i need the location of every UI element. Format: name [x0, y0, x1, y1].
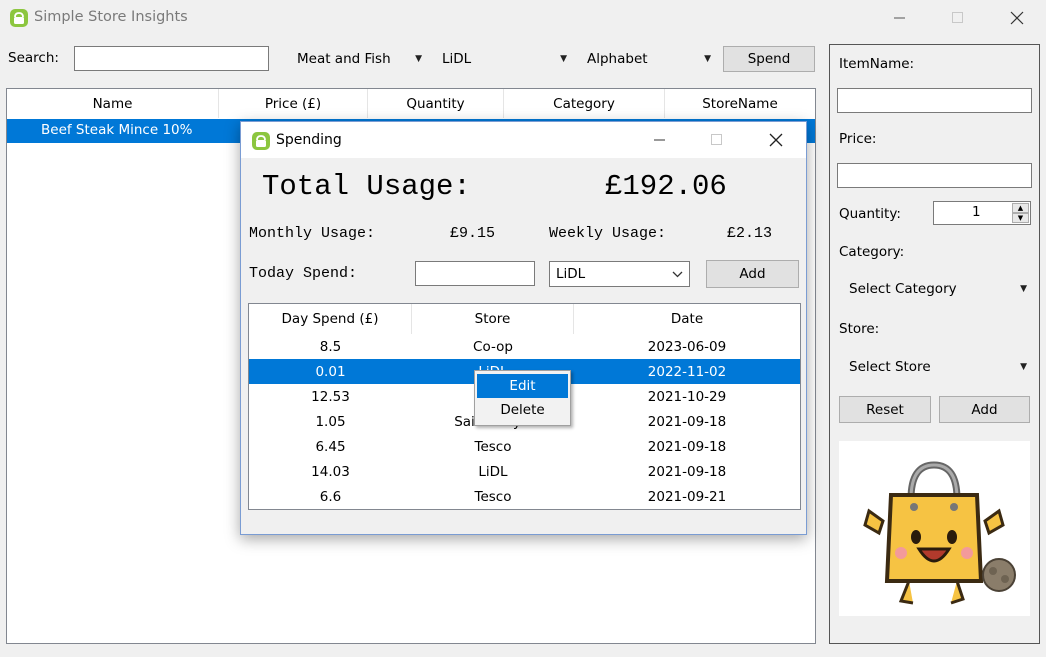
table-row[interactable]: 6.45 Tesco 2021-09-18 [249, 434, 800, 459]
store-label: Store: [839, 321, 880, 337]
day-spend-cell: 0.01 [315, 363, 346, 380]
shopping-bag-icon [10, 9, 28, 27]
dialog-maximize-button[interactable] [696, 126, 738, 154]
monthly-usage-value: £9.15 [450, 225, 496, 242]
date-cell: 2021-09-18 [647, 413, 727, 430]
maximize-icon [952, 12, 963, 23]
dialog-title: Spending [276, 132, 342, 148]
sort-filter-value: Alphabet [587, 51, 648, 67]
price-input[interactable] [837, 163, 1032, 188]
store-cell: LiDL [478, 463, 508, 480]
category-filter-value: Meat and Fish [297, 51, 391, 67]
category-select[interactable]: Select Category ▼ [843, 276, 1033, 302]
category-select-value: Select Category [849, 281, 957, 297]
spending-dialog: Spending Total Usage: £192.06 Monthly Us… [240, 121, 807, 535]
day-spend-cell: 12.53 [311, 388, 350, 405]
item-form-panel: ItemName: Price: Quantity: 1 ▲ ▼ Categor… [829, 44, 1040, 644]
weekly-usage-value: £2.13 [727, 225, 773, 242]
quantity-stepper[interactable]: 1 ▲ ▼ [933, 201, 1031, 225]
day-spend-cell: 14.03 [311, 463, 350, 480]
item-name-input[interactable] [837, 88, 1032, 113]
dialog-minimize-button[interactable] [639, 126, 681, 154]
price-label: Price: [839, 131, 877, 147]
reset-button[interactable]: Reset [839, 396, 931, 423]
spend-button[interactable]: Spend [723, 46, 815, 72]
close-icon [1010, 11, 1024, 25]
store-select-value: Select Store [849, 359, 931, 375]
table-row[interactable]: 6.6 Tesco 2021-09-21 [249, 484, 800, 509]
total-usage-value: £192.06 [605, 170, 727, 203]
monthly-usage-label: Monthly Usage: [249, 225, 376, 242]
date-cell: 2021-09-18 [647, 438, 727, 455]
table-row[interactable]: 8.5 Co-op 2023-06-09 [249, 334, 800, 359]
day-spend-cell: 8.5 [319, 338, 342, 355]
maximize-button[interactable] [935, 2, 981, 34]
chevron-down-icon: ▼ [704, 54, 711, 64]
close-button[interactable] [994, 2, 1040, 34]
maximize-icon [711, 134, 722, 145]
search-input[interactable] [74, 46, 269, 71]
chevron-down-icon [672, 271, 683, 277]
store-cell: Tesco [474, 438, 512, 455]
store-filter-value: LiDL [442, 51, 472, 67]
column-header-date[interactable]: Date [574, 304, 800, 334]
date-cell: 2023-06-09 [647, 338, 727, 355]
store-cell: Co-op [473, 338, 513, 355]
quantity-value: 1 [972, 204, 981, 220]
column-header-storename[interactable]: StoreName [665, 89, 815, 118]
window-title: Simple Store Insights [34, 9, 188, 25]
chevron-down-icon: ▼ [1020, 362, 1027, 372]
column-header-name[interactable]: Name [7, 89, 219, 118]
weekly-usage-label: Weekly Usage: [549, 225, 667, 242]
context-menu-edit[interactable]: Edit [477, 374, 568, 398]
category-label: Category: [839, 244, 905, 260]
shopping-bag-mascot-icon [863, 461, 1016, 605]
search-label: Search: [8, 50, 59, 66]
chevron-down-icon: ▼ [1020, 284, 1027, 294]
day-spend-cell: 6.45 [315, 438, 346, 455]
store-filter-dropdown[interactable]: LiDL ▼ [436, 46, 573, 72]
column-header-price[interactable]: Price (£) [219, 89, 368, 118]
chevron-down-icon: ▼ [415, 54, 422, 64]
today-spend-input[interactable] [415, 261, 535, 286]
date-cell: 2022-11-02 [647, 363, 727, 380]
date-cell: 2021-10-29 [647, 388, 727, 405]
mascot-image [839, 441, 1030, 616]
category-filter-dropdown[interactable]: Meat and Fish ▼ [291, 46, 428, 72]
store-cell: Tesco [474, 488, 512, 505]
table-row[interactable]: 14.03 LiDL 2021-09-18 [249, 459, 800, 484]
close-icon [769, 133, 783, 147]
minimize-button[interactable] [877, 2, 923, 34]
column-header-category[interactable]: Category [504, 89, 665, 118]
context-menu-delete[interactable]: Delete [477, 398, 568, 422]
minimize-icon [894, 17, 905, 19]
add-item-button[interactable]: Add [939, 396, 1030, 423]
dialog-close-button[interactable] [755, 126, 797, 154]
window-titlebar: Simple Store Insights [0, 0, 1046, 36]
minimize-icon [654, 139, 665, 141]
day-spend-cell: 1.05 [315, 413, 346, 430]
stepper-up-icon[interactable]: ▲ [1012, 203, 1029, 213]
item-name-label: ItemName: [839, 56, 915, 72]
store-select[interactable]: Select Store ▼ [843, 354, 1033, 380]
column-header-store[interactable]: Store [412, 304, 574, 334]
item-name-cell: Beef Steak Mince 10% [41, 122, 193, 138]
row-context-menu: Edit Delete [474, 370, 571, 426]
dialog-titlebar: Spending [241, 122, 806, 158]
today-spend-label: Today Spend: [249, 265, 358, 282]
date-cell: 2021-09-18 [647, 463, 727, 480]
day-spend-cell: 6.6 [319, 488, 342, 505]
spend-store-value: LiDL [556, 266, 586, 282]
chevron-down-icon: ▼ [560, 54, 567, 64]
column-header-day-spend[interactable]: Day Spend (£) [249, 304, 412, 334]
date-cell: 2021-09-21 [647, 488, 727, 505]
shopping-bag-icon [252, 132, 270, 150]
total-usage-label: Total Usage: [262, 170, 471, 203]
stepper-down-icon[interactable]: ▼ [1012, 213, 1029, 223]
sort-filter-dropdown[interactable]: Alphabet ▼ [581, 46, 717, 72]
spend-store-select[interactable]: LiDL [549, 261, 690, 287]
quantity-label: Quantity: [839, 206, 901, 222]
add-spend-button[interactable]: Add [706, 260, 799, 288]
column-header-quantity[interactable]: Quantity [368, 89, 504, 118]
